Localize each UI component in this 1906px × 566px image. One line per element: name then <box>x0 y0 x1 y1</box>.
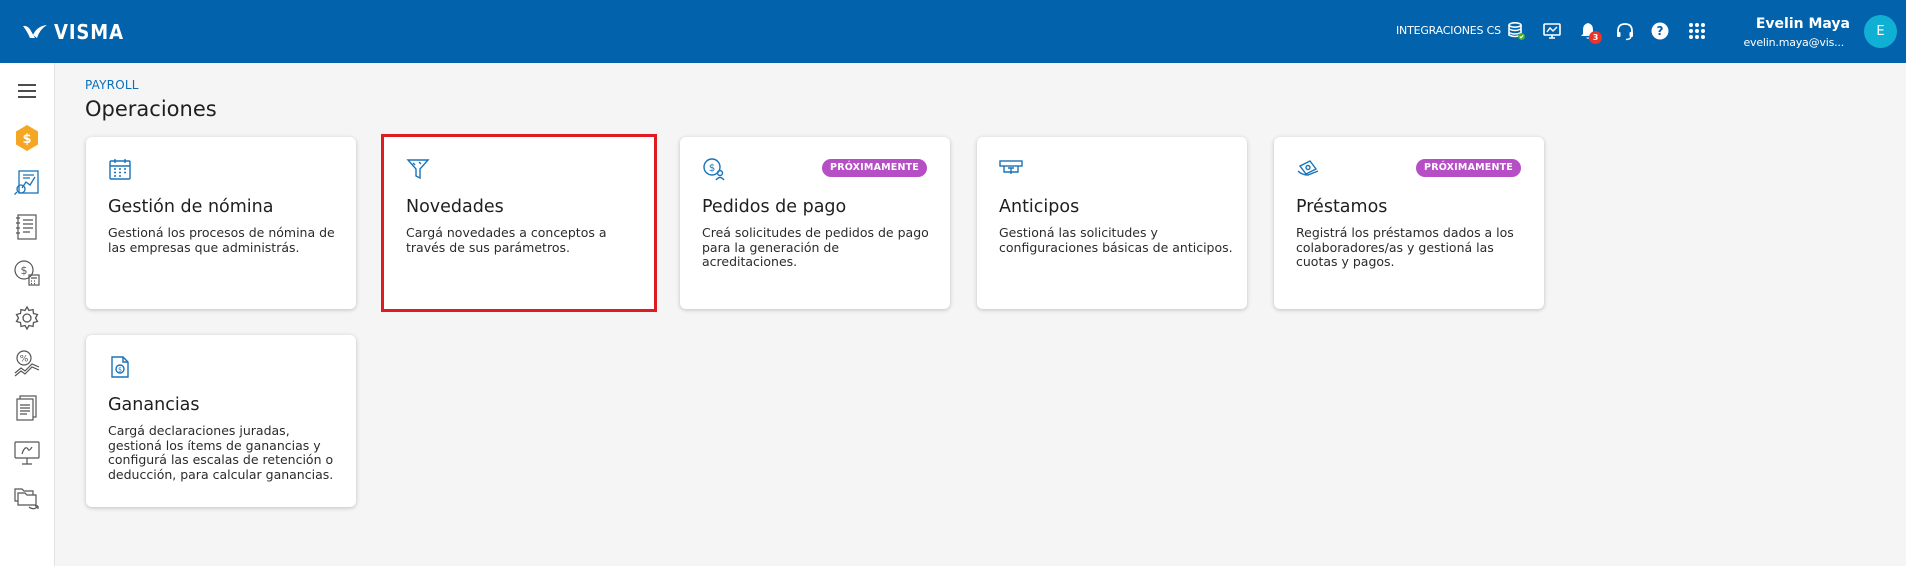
bell-icon[interactable]: 3 <box>1577 20 1602 44</box>
card-novedades[interactable]: Novedades Cargá novedades a conceptos a … <box>381 134 657 312</box>
cash-withdraw-icon <box>999 160 1023 174</box>
monitor-chart-icon[interactable] <box>1541 20 1563 42</box>
monitor-sign-icon[interactable] <box>12 438 42 468</box>
card-title: Gestión de nómina <box>108 197 274 217</box>
calendar-icon <box>109 159 131 180</box>
card-description: Gestioná los procesos de nómina de las e… <box>108 225 335 255</box>
money-user-icon: $ <box>703 158 725 181</box>
top-bar: VISMA INTEGRACIONES CS 3 ? Evelin Maya e… <box>0 0 1906 63</box>
apps-grid-icon[interactable] <box>1686 20 1708 42</box>
help-icon[interactable]: ? <box>1649 20 1671 42</box>
breadcrumb[interactable]: PAYROLL <box>85 78 139 92</box>
document-coin-icon: $ <box>111 356 129 378</box>
card-title: Pedidos de pago <box>702 197 847 217</box>
payroll-dollar-icon[interactable]: $ <box>12 123 42 153</box>
reports-chart-icon[interactable] <box>12 167 42 197</box>
card-title: Préstamos <box>1296 197 1388 217</box>
svg-text:$: $ <box>22 132 31 147</box>
card-gestion-nomina[interactable]: Gestión de nómina Gestioná los procesos … <box>86 137 356 309</box>
settings-gear-icon[interactable] <box>12 303 42 333</box>
salary-calculator-icon[interactable]: $ <box>12 258 42 288</box>
card-description: Gestioná las solicitudes y configuracion… <box>999 225 1233 255</box>
money-hand-icon <box>1297 160 1319 176</box>
card-description: Registrá los préstamos dados a los colab… <box>1296 225 1514 269</box>
avatar[interactable]: E <box>1864 15 1897 48</box>
card-title: Novedades <box>406 197 504 217</box>
brand-name: VISMA <box>54 20 124 44</box>
percent-growth-icon[interactable]: % <box>12 348 42 378</box>
svg-text:$: $ <box>118 367 122 374</box>
card-description: Cargá novedades a conceptos a través de … <box>406 225 607 255</box>
coming-soon-badge: PRÓXIMAMENTE <box>822 159 927 177</box>
card-description: Cargá declaraciones juradas, gestioná lo… <box>108 423 334 482</box>
card-title: Ganancias <box>108 395 200 415</box>
company-selector[interactable]: INTEGRACIONES CS <box>1396 24 1501 37</box>
card-ganancias[interactable]: $ Ganancias Cargá declaraciones juradas,… <box>86 335 356 507</box>
card-prestamos[interactable]: PRÓXIMAMENTE Préstamos Registrá los prés… <box>1274 137 1544 309</box>
coming-soon-badge: PRÓXIMAMENTE <box>1416 159 1521 177</box>
sidebar: $ $ % <box>0 63 55 566</box>
list-document-icon[interactable] <box>12 212 42 242</box>
folders-sync-icon[interactable] <box>12 483 42 513</box>
headset-icon[interactable] <box>1614 20 1636 42</box>
visma-logo[interactable]: VISMA <box>22 20 132 44</box>
page-title: Operaciones <box>85 97 217 121</box>
card-description: Creá solicitudes de pedidos de pago para… <box>702 225 929 269</box>
menu-icon[interactable] <box>12 76 42 106</box>
card-anticipos[interactable]: Anticipos Gestioná las solicitudes y con… <box>977 137 1247 309</box>
document-icon[interactable] <box>12 393 42 423</box>
visma-logo-icon <box>23 25 47 38</box>
notification-badge: 3 <box>1589 31 1602 44</box>
user-name[interactable]: Evelin Maya <box>1756 16 1850 32</box>
funnel-icon <box>406 159 430 180</box>
card-title: Anticipos <box>999 197 1080 217</box>
svg-text:%: % <box>20 355 29 365</box>
database-check-icon[interactable] <box>1505 20 1527 42</box>
user-email: evelin.maya@vis... <box>1743 36 1844 49</box>
card-pedidos-pago[interactable]: $ PRÓXIMAMENTE Pedidos de pago Creá soli… <box>680 137 950 309</box>
svg-text:$: $ <box>709 163 715 174</box>
svg-text:?: ? <box>1657 24 1664 38</box>
svg-text:$: $ <box>21 264 28 277</box>
